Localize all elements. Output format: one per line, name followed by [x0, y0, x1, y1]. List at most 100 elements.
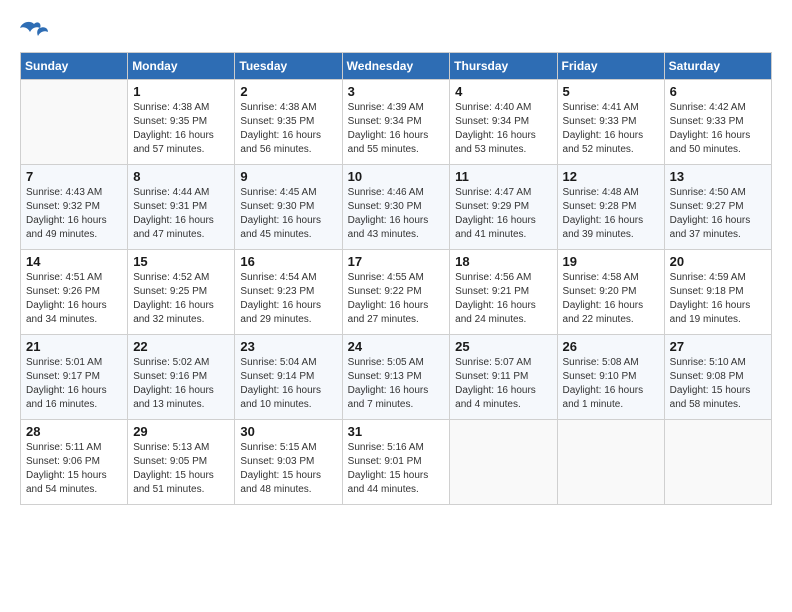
calendar-header-wednesday: Wednesday [342, 53, 450, 80]
day-info: Sunrise: 5:05 AM Sunset: 9:13 PM Dayligh… [348, 356, 445, 412]
day-number: 26 [563, 339, 659, 354]
calendar-cell: 11Sunrise: 4:47 AM Sunset: 9:29 PM Dayli… [450, 165, 557, 250]
calendar-cell: 16Sunrise: 4:54 AM Sunset: 9:23 PM Dayli… [235, 250, 342, 335]
calendar-cell: 17Sunrise: 4:55 AM Sunset: 9:22 PM Dayli… [342, 250, 450, 335]
day-number: 7 [26, 169, 122, 184]
day-info: Sunrise: 5:16 AM Sunset: 9:01 PM Dayligh… [348, 441, 445, 497]
day-number: 2 [240, 84, 336, 99]
calendar-cell: 25 Sunrise: 5:07 AM Sunset: 9:11 PM Dayli… [450, 335, 557, 420]
day-number: 12 [563, 169, 659, 184]
day-number: 28 [26, 424, 122, 439]
day-info: Sunrise: 4:51 AM Sunset: 9:26 PM Dayligh… [26, 271, 122, 327]
day-number: 22 [133, 339, 229, 354]
day-number: 6 [670, 84, 766, 99]
calendar-header-monday: Monday [128, 53, 235, 80]
calendar-cell: 7 Sunrise: 4:43 AM Sunset: 9:32 PM Daylig… [21, 165, 128, 250]
calendar-cell: 14 Sunrise: 4:51 AM Sunset: 9:26 PM Dayli… [21, 250, 128, 335]
day-number: 29 [133, 424, 229, 439]
calendar-header-friday: Friday [557, 53, 664, 80]
day-info: Sunrise: 4:46 AM Sunset: 9:30 PM Dayligh… [348, 186, 445, 242]
day-number: 5 [563, 84, 659, 99]
calendar-cell: 27 Sunrise: 5:10 AM Sunset: 9:08 PM Dayli… [664, 335, 771, 420]
calendar-cell: 31 Sunrise: 5:16 AM Sunset: 9:01 PM Dayli… [342, 420, 450, 505]
day-number: 27 [670, 339, 766, 354]
day-info: Sunrise: 4:38 AM Sunset: 9:35 PM Dayligh… [240, 101, 336, 157]
calendar-header-sunday: Sunday [21, 53, 128, 80]
day-number: 8 [133, 169, 229, 184]
day-number: 24 [348, 339, 445, 354]
day-info: Sunrise: 4:47 AM Sunset: 9:29 PM Dayligh… [455, 186, 551, 242]
day-number: 4 [455, 84, 551, 99]
day-info: Sunrise: 4:45 AM Sunset: 9:30 PM Dayligh… [240, 186, 336, 242]
day-number: 31 [348, 424, 445, 439]
logo [20, 20, 52, 42]
day-number: 19 [563, 254, 659, 269]
day-info: Sunrise: 5:07 AM Sunset: 9:11 PM Dayligh… [455, 356, 551, 412]
calendar-cell: 8Sunrise: 4:44 AM Sunset: 9:31 PM Daylig… [128, 165, 235, 250]
day-number: 16 [240, 254, 336, 269]
calendar-cell: 12 Sunrise: 4:48 AM Sunset: 9:28 PM Dayli… [557, 165, 664, 250]
calendar-cell [664, 420, 771, 505]
calendar-cell: 24 Sunrise: 5:05 AM Sunset: 9:13 PM Dayli… [342, 335, 450, 420]
day-number: 23 [240, 339, 336, 354]
calendar-cell: 13 Sunrise: 4:50 AM Sunset: 9:27 PM Dayli… [664, 165, 771, 250]
calendar-cell [557, 420, 664, 505]
day-info: Sunrise: 5:10 AM Sunset: 9:08 PM Dayligh… [670, 356, 766, 412]
calendar-cell: 5 Sunrise: 4:41 AM Sunset: 9:33 PM Daylig… [557, 80, 664, 165]
day-info: Sunrise: 4:38 AM Sunset: 9:35 PM Dayligh… [133, 101, 229, 157]
day-info: Sunrise: 4:58 AM Sunset: 9:20 PM Dayligh… [563, 271, 659, 327]
day-number: 3 [348, 84, 445, 99]
day-info: Sunrise: 4:59 AM Sunset: 9:18 PM Dayligh… [670, 271, 766, 327]
day-number: 25 [455, 339, 551, 354]
calendar-cell: 28 Sunrise: 5:11 AM Sunset: 9:06 PM Dayli… [21, 420, 128, 505]
day-info: Sunrise: 4:41 AM Sunset: 9:33 PM Dayligh… [563, 101, 659, 157]
calendar-cell: 20Sunrise: 4:59 AM Sunset: 9:18 PM Dayli… [664, 250, 771, 335]
calendar-cell: 9 Sunrise: 4:45 AM Sunset: 9:30 PM Daylig… [235, 165, 342, 250]
calendar-cell: 10 Sunrise: 4:46 AM Sunset: 9:30 PM Dayli… [342, 165, 450, 250]
day-info: Sunrise: 4:50 AM Sunset: 9:27 PM Dayligh… [670, 186, 766, 242]
day-number: 10 [348, 169, 445, 184]
calendar-cell: 2 Sunrise: 4:38 AM Sunset: 9:35 PM Daylig… [235, 80, 342, 165]
day-info: Sunrise: 5:08 AM Sunset: 9:10 PM Dayligh… [563, 356, 659, 412]
calendar-week-row: 14 Sunrise: 4:51 AM Sunset: 9:26 PM Dayli… [21, 250, 772, 335]
day-number: 30 [240, 424, 336, 439]
calendar-cell: 19 Sunrise: 4:58 AM Sunset: 9:20 PM Dayli… [557, 250, 664, 335]
calendar-cell: 15 Sunrise: 4:52 AM Sunset: 9:25 PM Dayli… [128, 250, 235, 335]
calendar-cell: 30Sunrise: 5:15 AM Sunset: 9:03 PM Dayli… [235, 420, 342, 505]
calendar-cell: 1 Sunrise: 4:38 AM Sunset: 9:35 PM Daylig… [128, 80, 235, 165]
day-info: Sunrise: 4:43 AM Sunset: 9:32 PM Dayligh… [26, 186, 122, 242]
calendar-cell: 3Sunrise: 4:39 AM Sunset: 9:34 PM Daylig… [342, 80, 450, 165]
day-info: Sunrise: 4:42 AM Sunset: 9:33 PM Dayligh… [670, 101, 766, 157]
day-info: Sunrise: 5:04 AM Sunset: 9:14 PM Dayligh… [240, 356, 336, 412]
day-number: 18 [455, 254, 551, 269]
logo-bird-icon [20, 20, 48, 42]
day-number: 15 [133, 254, 229, 269]
day-number: 9 [240, 169, 336, 184]
day-info: Sunrise: 5:01 AM Sunset: 9:17 PM Dayligh… [26, 356, 122, 412]
calendar-cell: 4 Sunrise: 4:40 AM Sunset: 9:34 PM Daylig… [450, 80, 557, 165]
calendar-week-row: 1 Sunrise: 4:38 AM Sunset: 9:35 PM Daylig… [21, 80, 772, 165]
calendar-cell: 21 Sunrise: 5:01 AM Sunset: 9:17 PM Dayli… [21, 335, 128, 420]
day-number: 14 [26, 254, 122, 269]
calendar-cell [450, 420, 557, 505]
calendar-cell: 29Sunrise: 5:13 AM Sunset: 9:05 PM Dayli… [128, 420, 235, 505]
calendar-week-row: 28 Sunrise: 5:11 AM Sunset: 9:06 PM Dayli… [21, 420, 772, 505]
page-header [20, 20, 772, 42]
day-info: Sunrise: 5:11 AM Sunset: 9:06 PM Dayligh… [26, 441, 122, 497]
day-info: Sunrise: 4:40 AM Sunset: 9:34 PM Dayligh… [455, 101, 551, 157]
day-number: 21 [26, 339, 122, 354]
day-number: 17 [348, 254, 445, 269]
calendar-header-row: SundayMondayTuesdayWednesdayThursdayFrid… [21, 53, 772, 80]
day-number: 13 [670, 169, 766, 184]
calendar-header-saturday: Saturday [664, 53, 771, 80]
calendar-cell: 22Sunrise: 5:02 AM Sunset: 9:16 PM Dayli… [128, 335, 235, 420]
calendar-cell: 26 Sunrise: 5:08 AM Sunset: 9:10 PM Dayli… [557, 335, 664, 420]
calendar-cell: 18Sunrise: 4:56 AM Sunset: 9:21 PM Dayli… [450, 250, 557, 335]
calendar-table: SundayMondayTuesdayWednesdayThursdayFrid… [20, 52, 772, 505]
day-info: Sunrise: 4:48 AM Sunset: 9:28 PM Dayligh… [563, 186, 659, 242]
day-number: 1 [133, 84, 229, 99]
calendar-week-row: 21 Sunrise: 5:01 AM Sunset: 9:17 PM Dayli… [21, 335, 772, 420]
calendar-header-tuesday: Tuesday [235, 53, 342, 80]
day-info: Sunrise: 4:52 AM Sunset: 9:25 PM Dayligh… [133, 271, 229, 327]
calendar-header-thursday: Thursday [450, 53, 557, 80]
